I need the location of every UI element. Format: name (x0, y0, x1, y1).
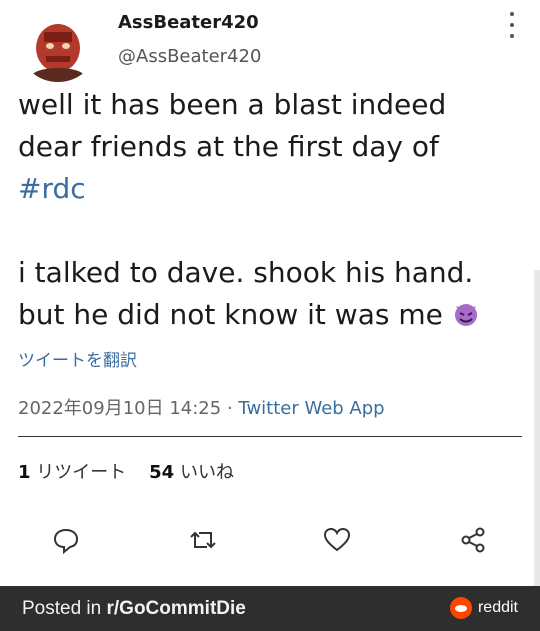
hashtag-link[interactable]: #rdc (18, 172, 86, 205)
tweet-card: AssBeater420 @AssBeater420 well it has b… (0, 0, 540, 586)
tweet-text-line: i talked to dave. shook his hand. (18, 256, 474, 289)
reddit-logo-icon (449, 597, 472, 619)
reddit-footer: Posted in r/GoCommitDie reddit (0, 586, 540, 631)
engagement-stats: 1 リツイート 54 いいね (18, 458, 234, 484)
share-icon[interactable] (453, 520, 493, 560)
display-name[interactable]: AssBeater420 (118, 12, 259, 33)
retweet-count[interactable]: 1 (18, 462, 31, 483)
heart-icon[interactable] (317, 520, 357, 560)
divider (18, 436, 522, 437)
more-vertical-icon[interactable] (508, 12, 516, 38)
reddit-wordmark: reddit (477, 599, 518, 616)
posted-prefix: Posted in (22, 597, 107, 619)
translate-tweet-link[interactable]: ツイートを翻訳 (18, 346, 137, 371)
scrollbar[interactable] (534, 270, 540, 586)
reply-icon[interactable] (46, 520, 86, 560)
tweet-text-line: but he did not know it was me (18, 298, 443, 331)
posted-in-label: Posted in r/GoCommitDie (22, 598, 246, 620)
action-bar (0, 520, 540, 560)
tweet-text-line: dear friends at the first day of (18, 130, 439, 163)
tweet-metadata: 2022年09月10日 14:25 · Twitter Web App (18, 394, 385, 420)
retweet-label[interactable]: リツイート (36, 462, 126, 483)
subreddit-link[interactable]: r/GoCommitDie (107, 598, 246, 619)
like-label[interactable]: いいね (180, 462, 234, 483)
timestamp[interactable]: 2022年09月10日 14:25 (18, 398, 221, 419)
tweet-text-line: well it has been a blast indeed (18, 88, 447, 121)
like-count[interactable]: 54 (149, 462, 174, 483)
retweet-icon[interactable] (183, 520, 223, 560)
reddit-brand[interactable]: reddit (449, 597, 518, 619)
avatar[interactable] (20, 12, 96, 82)
source-app-link[interactable]: Twitter Web App (238, 398, 384, 419)
smiling-devil-emoji-icon (452, 298, 480, 326)
separator-dot: · (226, 398, 233, 419)
user-handle[interactable]: @AssBeater420 (118, 46, 261, 67)
tweet-text: well it has been a blast indeed dear fri… (18, 84, 518, 336)
